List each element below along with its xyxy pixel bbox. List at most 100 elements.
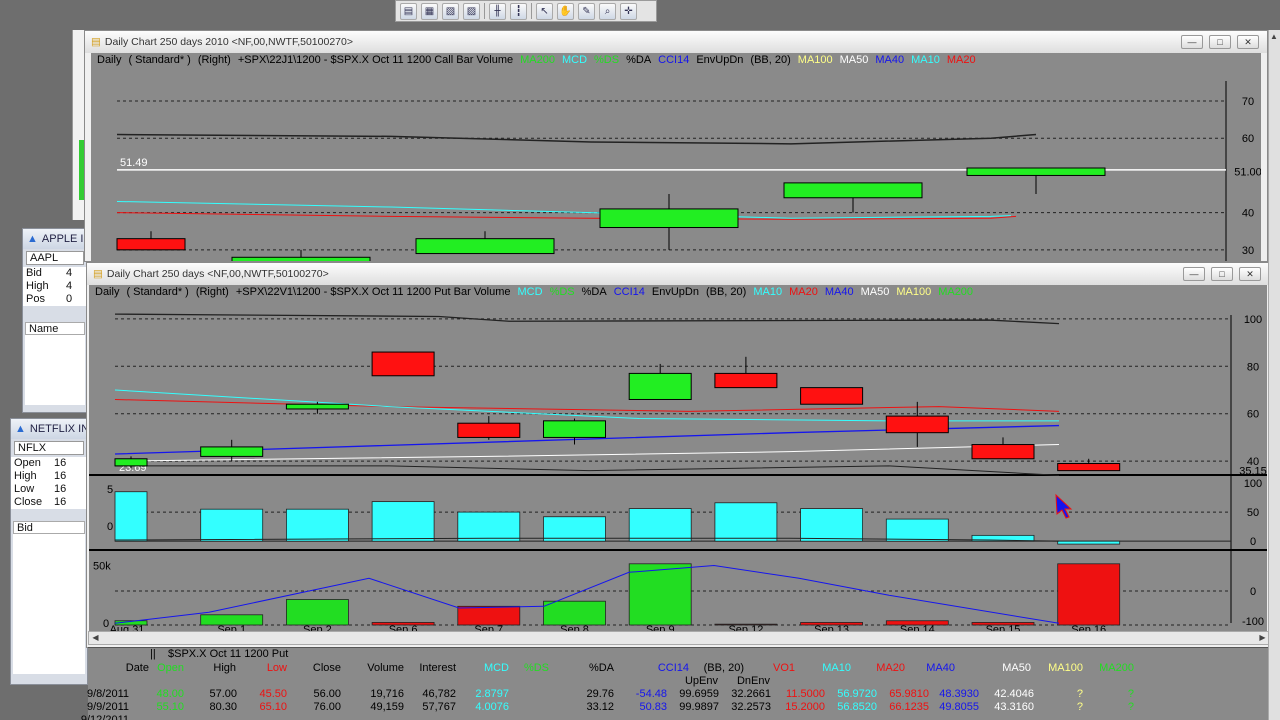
table-cell: 49,159	[370, 701, 404, 713]
table-header-cell: MA200	[1099, 662, 1134, 674]
volume-bar	[457, 605, 521, 626]
chart-zoom-icon[interactable]: ▧	[442, 2, 459, 20]
table-cell: ?	[1127, 688, 1134, 700]
apple-name-column[interactable]: Name	[29, 323, 69, 335]
apple-logo-icon: ▲	[27, 233, 38, 245]
netflix-quote-row: High 16	[11, 470, 87, 483]
crosshair-icon[interactable]: ✛	[620, 2, 637, 20]
indicator-tick-label: 100	[1244, 478, 1262, 490]
indicator-bar	[885, 518, 949, 542]
table-cell: 56.8520	[837, 701, 877, 713]
table-cell: 45.50	[259, 688, 287, 700]
candle-style-icon[interactable]: ┇	[510, 2, 527, 20]
indicator-bar	[114, 491, 148, 542]
netflix-quote-label: Open	[14, 457, 41, 469]
table-row[interactable]: 9/9/2011 55.10 80.30 65.10 76.00 49,159 57,767…	[87, 701, 1270, 714]
scroll-up-arrow-icon[interactable]: ▲	[1270, 32, 1278, 41]
main-toolbar: ▤ ▦ ▧ ▨ ╫ ┇ ↖ ✋ ✎ ⌕ ✛	[395, 0, 657, 22]
call-chart-window[interactable]: ▤ Daily Chart 250 days 2010 <NF,00,NWTF,5…	[84, 30, 1268, 262]
table-cell: ?	[1127, 701, 1134, 713]
pointer-icon[interactable]: ↖	[536, 2, 553, 20]
table-cell: 48.3930	[939, 688, 979, 700]
maximize-button[interactable]: □	[1209, 35, 1231, 49]
chart-edit-icon[interactable]: ▨	[463, 2, 480, 20]
table-header-cell: Low	[266, 662, 287, 674]
netflix-bid-column[interactable]: Bid	[17, 522, 57, 534]
vertical-scrollbar[interactable]: ▲	[1268, 30, 1280, 720]
table-header-cell: Interest	[419, 662, 456, 674]
candle-body	[114, 458, 148, 467]
table-header-cell: MA40	[926, 662, 955, 674]
table-header-cell: Open	[157, 662, 184, 674]
candle-body	[543, 420, 606, 438]
table-cell: 4.0076	[475, 701, 509, 713]
netflix-logo-icon: ▲	[15, 423, 26, 435]
candle-body	[966, 167, 1106, 176]
netflix-quote-value: 16	[54, 483, 67, 495]
netflix-quote-value: 16	[54, 470, 67, 482]
table-cell: 99.6959	[679, 688, 719, 700]
chart-window-icon[interactable]: ▦	[421, 2, 438, 20]
table-row[interactable]: 9/12/2011	[81, 714, 1270, 720]
table-cell: 57,767	[422, 701, 456, 713]
apple-symbol-field[interactable]: AAPL	[26, 251, 84, 265]
price-tick-label: 60	[1242, 133, 1254, 145]
apple-quote-label: Bid	[26, 267, 42, 279]
bar-style-icon[interactable]: ╫	[489, 2, 506, 20]
pencil-icon[interactable]: ✎	[578, 2, 595, 20]
table-header-cell: Volume	[367, 662, 404, 674]
chart-folder-icon[interactable]: ▤	[400, 2, 417, 20]
indicator-bar	[285, 508, 349, 542]
table-header-cell: %DA	[588, 662, 614, 674]
apple-quote-label: High	[26, 280, 49, 292]
put-chart-window[interactable]: ▤ Daily Chart 250 days <NF,00,NWTF,501002…	[86, 262, 1270, 648]
close-button[interactable]: ✕	[1237, 35, 1259, 49]
candle-body	[885, 415, 949, 434]
indicator-bar	[1057, 540, 1121, 545]
candle-body	[457, 422, 521, 438]
mouse-cursor-icon	[1055, 493, 1073, 519]
apple-quote-value: 4	[66, 280, 73, 292]
indicator-bar	[800, 508, 863, 542]
table-cell: -54.48	[635, 688, 667, 700]
scroll-left-arrow-icon[interactable]: ◀	[89, 632, 102, 644]
table-cell: 2.8797	[475, 688, 509, 700]
apple-quote-window[interactable]: ▲ APPLE IN AAPL Bid 4 High 4 Pos 0 Name	[22, 228, 88, 413]
put-chart-plot[interactable]: Daily( Standard* ) (Right) +SPX\22V1\1200 …	[89, 285, 1267, 633]
chart-window-icon: ▤	[91, 36, 101, 48]
table-cell: 50.83	[639, 701, 667, 713]
hand-icon[interactable]: ✋	[557, 2, 574, 20]
table-subheader-cell: DnEnv	[736, 675, 770, 687]
chart-window-icon: ▤	[93, 268, 103, 280]
candle-body	[415, 238, 555, 255]
candle-body	[599, 208, 739, 229]
volume-bar	[628, 563, 692, 626]
indicator-bar	[200, 508, 264, 542]
magnifier-icon[interactable]: ⌕	[599, 2, 616, 20]
minimize-button[interactable]: —	[1183, 267, 1205, 281]
table-subheader-cell: UpEnv	[684, 675, 718, 687]
table-cell: 46,782	[422, 688, 456, 700]
minimize-button[interactable]: —	[1181, 35, 1203, 49]
table-cell: 76.00	[313, 701, 341, 713]
indicator-bar	[714, 502, 778, 542]
maximize-button[interactable]: □	[1211, 267, 1233, 281]
table-cell: 99.9897	[679, 701, 719, 713]
indicator-tick-label: 50	[1247, 507, 1259, 519]
candle-body	[371, 351, 435, 377]
table-cell: 48.00	[156, 688, 184, 700]
table-cell: 32.2573	[731, 701, 771, 713]
netflix-quote-window[interactable]: ▲ NETFLIX IN NFLX Open 16 High 16 Low 16 Close 1…	[10, 418, 88, 685]
candle-body	[628, 372, 692, 400]
netflix-quote-row: Low 16	[11, 483, 87, 496]
last-price-label: 51.49	[120, 157, 148, 169]
table-row[interactable]: 9/8/2011 48.00 57.00 45.50 56.00 19,716 46,782…	[87, 688, 1270, 701]
netflix-symbol-field[interactable]: NFLX	[14, 441, 84, 455]
table-cell: 32.2661	[731, 688, 771, 700]
call-chart-plot[interactable]: Daily( Standard* ) (Right) +SPX\22J1\1200 …	[91, 53, 1261, 261]
chart-horizontal-scrollbar[interactable]: ◀ ▶	[88, 631, 1270, 645]
close-button[interactable]: ✕	[1239, 267, 1261, 281]
volume-left-label: 0	[103, 618, 109, 630]
netflix-quote-value: 16	[54, 457, 67, 469]
background-window	[72, 30, 84, 220]
